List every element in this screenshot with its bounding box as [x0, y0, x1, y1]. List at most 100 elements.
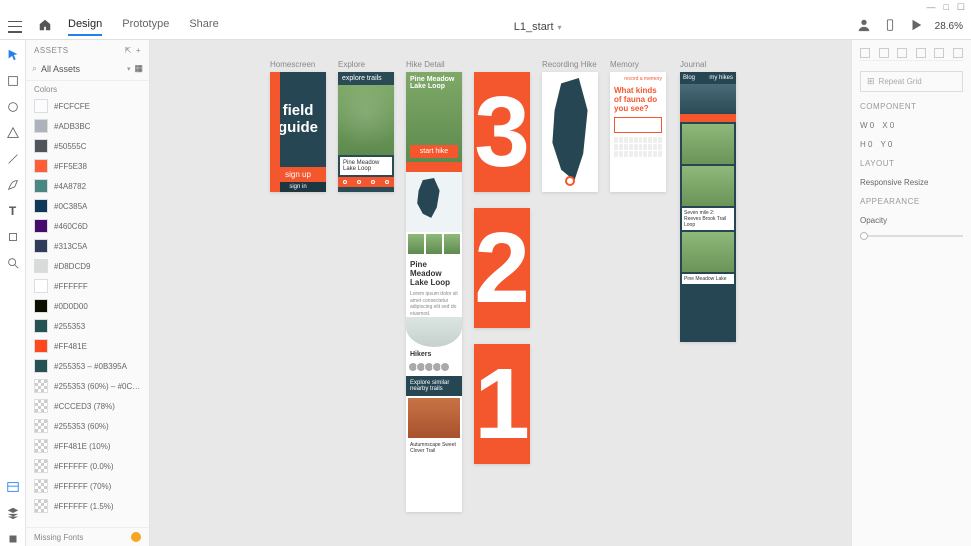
window-controls: — □ ☐ — [0, 0, 971, 14]
color-swatch[interactable]: #FFFFFF — [30, 276, 145, 296]
color-swatch[interactable]: #0D0D00 — [30, 296, 145, 316]
color-swatch[interactable]: #255353 (60%) – #0C385A (60%) — [30, 376, 145, 396]
opacity-label: Opacity — [860, 216, 963, 225]
color-swatch[interactable]: #460C6D — [30, 216, 145, 236]
ellipse-tool[interactable] — [6, 100, 20, 114]
color-swatch[interactable]: #255353 – #0B395A — [30, 356, 145, 376]
layers-panel-icon[interactable] — [6, 506, 20, 520]
device-icon[interactable] — [883, 18, 897, 35]
color-swatch[interactable]: #FF5E38 — [30, 156, 145, 176]
grid-view-icon[interactable]: ▦ — [134, 63, 143, 74]
search-icon: ⌕ — [32, 63, 37, 74]
chevron-down-icon: ▾ — [558, 23, 562, 32]
x-field[interactable]: X 0 — [882, 121, 894, 130]
tab-design[interactable]: Design — [68, 18, 102, 36]
color-swatch[interactable]: #FFFFFF (1.5%) — [30, 496, 145, 516]
assets-heading: ASSETS — [34, 46, 69, 55]
artboard-countdown-1[interactable]: Countdown-1 1 — [474, 344, 530, 464]
close-icon[interactable]: ☐ — [957, 2, 965, 13]
tab-prototype[interactable]: Prototype — [122, 18, 169, 36]
zoom-value[interactable]: 28.6% — [935, 21, 963, 32]
color-swatch[interactable]: #50555C — [30, 136, 145, 156]
maximize-icon[interactable]: □ — [943, 2, 948, 12]
hikers-label: Hikers — [406, 347, 462, 362]
color-swatch[interactable]: #FFFFFF (70%) — [30, 476, 145, 496]
filter-value: All Assets — [41, 64, 123, 74]
play-icon[interactable] — [909, 18, 923, 35]
tab-share[interactable]: Share — [189, 18, 218, 36]
zoom-tool[interactable] — [6, 256, 20, 270]
repeat-grid-button[interactable]: Repeat Grid — [860, 71, 963, 92]
color-swatch[interactable]: #4A8782 — [30, 176, 145, 196]
height-field[interactable]: H 0 — [860, 140, 872, 149]
memory-question: What kinds of fauna do you see? — [614, 86, 662, 113]
artboard-label[interactable]: Memory — [610, 60, 639, 69]
color-swatch[interactable]: #255353 — [30, 316, 145, 336]
align-controls[interactable] — [860, 46, 963, 61]
color-swatch[interactable]: #313C5A — [30, 236, 145, 256]
artboard-explore[interactable]: Explore explore trails Pine Meadow Lake … — [338, 72, 394, 192]
colors-section-label: Colors — [26, 81, 149, 96]
artboard-label[interactable]: Explore — [338, 60, 365, 69]
artboard-label[interactable]: Hike Detail — [406, 60, 445, 69]
chevron-down-icon: ▾ — [127, 65, 131, 73]
hamburger-icon[interactable] — [8, 21, 22, 33]
artboard-tool[interactable] — [6, 230, 20, 244]
plugins-panel-icon[interactable] — [6, 532, 20, 546]
polygon-tool[interactable] — [6, 126, 20, 140]
minimize-icon[interactable]: — — [926, 2, 935, 12]
artboard-countdown-2[interactable]: Countdown-2 2 — [474, 208, 530, 328]
assets-panel: ASSETS ⇱ + ⌕ All Assets ▾ ▦ Colors #FCFCF… — [26, 40, 150, 546]
swatch-list: #FCFCFE#ADB3BC#50555C#FF5E38#4A8782#0C38… — [26, 96, 149, 527]
user-icon[interactable] — [857, 18, 871, 35]
pen-tool[interactable] — [6, 178, 20, 192]
color-swatch[interactable]: #FCFCFE — [30, 96, 145, 116]
artboard-hike-detail[interactable]: Hike Detail Pine MeadowLake Loopstart hi… — [406, 72, 462, 512]
assets-filter[interactable]: ⌕ All Assets ▾ ▦ — [26, 61, 149, 81]
width-field[interactable]: W 0 — [860, 121, 874, 130]
artboard-recording-hike[interactable]: Recording Hike — [542, 72, 598, 192]
inspector-panel: Repeat Grid COMPONENT W 0 X 0 H 0 Y 0 LAYO… — [851, 40, 971, 546]
color-swatch[interactable]: #CCCED3 (78%) — [30, 396, 145, 416]
link-icon[interactable]: ⇱ — [125, 46, 132, 55]
artboard-journal[interactable]: Journal Blogmy hikes Seven mile 2: Reeve… — [680, 72, 736, 342]
start-hike-button: start hike — [410, 145, 458, 158]
layout-section: LAYOUT — [860, 159, 963, 168]
warning-icon — [131, 532, 141, 542]
select-tool[interactable] — [6, 48, 20, 62]
menubar: Design Prototype Share L1_start▾ 28.6% — [0, 14, 971, 40]
home-icon[interactable] — [38, 18, 52, 35]
color-swatch[interactable]: #FF481E (10%) — [30, 436, 145, 456]
tool-column: T — [0, 40, 26, 546]
artboard-label[interactable]: Journal — [680, 60, 706, 69]
artboard-memory[interactable]: Memory record a memory What kinds of fau… — [610, 72, 666, 192]
color-swatch[interactable]: #FFFFFF (0.0%) — [30, 456, 145, 476]
hike-title: Pine Meadow Lake Loop — [406, 256, 462, 291]
color-swatch[interactable]: #0C385A — [30, 196, 145, 216]
assets-panel-icon[interactable] — [6, 480, 20, 494]
rectangle-tool[interactable] — [6, 74, 20, 88]
canvas[interactable]: Homescreen field guide sign up sign in E… — [150, 40, 851, 546]
document-title[interactable]: L1_start▾ — [235, 21, 841, 33]
artboard-label[interactable]: Recording Hike — [542, 60, 597, 69]
y-field[interactable]: Y 0 — [880, 140, 892, 149]
text-tool[interactable]: T — [6, 204, 20, 218]
similar-trails: Explore similar nearby trails — [406, 376, 462, 396]
color-swatch[interactable]: #FF481E — [30, 336, 145, 356]
component-section: COMPONENT — [860, 102, 963, 111]
artboard-homescreen[interactable]: Homescreen field guide sign up sign in — [270, 72, 326, 192]
opacity-slider[interactable] — [860, 235, 963, 237]
line-tool[interactable] — [6, 152, 20, 166]
add-icon[interactable]: + — [136, 46, 141, 55]
color-swatch[interactable]: #D8DCD9 — [30, 256, 145, 276]
appearance-section: APPEARANCE — [860, 197, 963, 206]
artboard-label[interactable]: Homescreen — [270, 60, 315, 69]
responsive-resize[interactable]: Responsive Resize — [860, 178, 963, 187]
missing-fonts-row[interactable]: Missing Fonts — [26, 527, 149, 546]
explore-header: explore trails — [338, 72, 394, 85]
color-swatch[interactable]: #255353 (60%) — [30, 416, 145, 436]
mode-tabs: Design Prototype Share — [68, 18, 219, 36]
trail-card: Pine Meadow Lake Loop — [340, 157, 392, 175]
artboard-countdown-3[interactable]: Countdown-3 3 — [474, 72, 530, 192]
color-swatch[interactable]: #ADB3BC — [30, 116, 145, 136]
